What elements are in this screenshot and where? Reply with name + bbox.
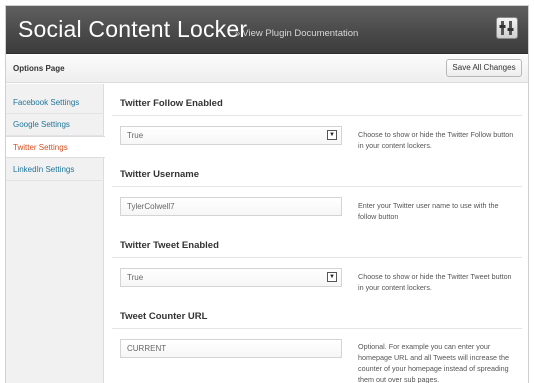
- sidebar-item-facebook[interactable]: Facebook Settings: [6, 92, 104, 114]
- options-page-label: Options Page: [13, 64, 65, 73]
- select-value: True: [127, 273, 144, 282]
- divider: [112, 328, 522, 329]
- sidebar-item-label: LinkedIn Settings: [13, 165, 75, 174]
- setting-title: Twitter Follow Enabled: [120, 98, 223, 109]
- plugin-title: Social Content Locker: [18, 16, 248, 42]
- sidebar-item-linkedin[interactable]: LinkedIn Settings: [6, 159, 104, 181]
- setting-description: Choose to show or hide the Twitter Follo…: [358, 130, 514, 150]
- twitter-follow-enabled-select[interactable]: True ▼: [120, 126, 342, 145]
- twitter-username-input[interactable]: TylerColwell7: [120, 197, 342, 216]
- setting-title: Twitter Username: [120, 169, 200, 180]
- setting-description: Choose to show or hide the Twitter Tweet…: [358, 272, 512, 292]
- input-value: TylerColwell7: [127, 202, 175, 211]
- settings-sidebar: Facebook Settings Google Settings › Twit…: [6, 84, 105, 383]
- settings-tools-icon: [496, 17, 518, 39]
- plugin-options-panel: Social Content Locker » View Plugin Docum…: [5, 5, 529, 383]
- divider: [112, 115, 522, 116]
- options-toolbar: Options Page Save All Changes: [6, 55, 528, 83]
- setting-title: Tweet Counter URL: [120, 311, 208, 322]
- sidebar-item-twitter[interactable]: › Twitter Settings: [6, 136, 105, 158]
- sidebar-item-google[interactable]: Google Settings: [6, 114, 104, 136]
- setting-description: Optional. For example you can enter your…: [358, 342, 510, 383]
- twitter-tweet-enabled-select[interactable]: True ▼: [120, 268, 342, 287]
- save-all-changes-button[interactable]: Save All Changes: [446, 59, 522, 77]
- chevron-down-icon: ▼: [327, 272, 337, 282]
- input-value: CURRENT: [127, 344, 167, 353]
- setting-title: Twitter Tweet Enabled: [120, 240, 219, 251]
- sidebar-item-label: Twitter Settings: [13, 143, 68, 152]
- divider: [112, 257, 522, 258]
- sidebar-item-label: Facebook Settings: [13, 98, 80, 107]
- documentation-link-label: View Plugin Documentation: [242, 28, 359, 39]
- raquo-icon: »: [235, 28, 241, 39]
- settings-content: Twitter Follow Enabled True ▼ Choose to …: [112, 84, 522, 383]
- chevron-down-icon: ▼: [327, 130, 337, 140]
- documentation-link[interactable]: » View Plugin Documentation: [235, 28, 358, 39]
- sidebar-item-label: Google Settings: [13, 120, 70, 129]
- setting-description: Enter your Twitter user name to use with…: [358, 201, 499, 221]
- select-value: True: [127, 131, 144, 140]
- header-bar: Social Content Locker » View Plugin Docum…: [6, 6, 528, 54]
- tweet-counter-url-input[interactable]: CURRENT: [120, 339, 342, 358]
- divider: [112, 186, 522, 187]
